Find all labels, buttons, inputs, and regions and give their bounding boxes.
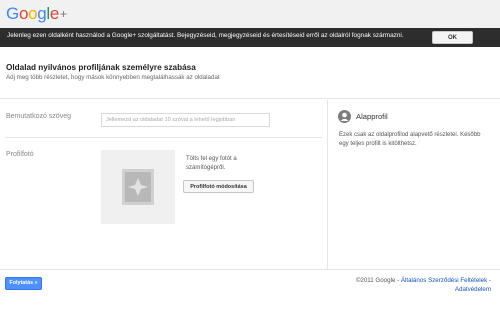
side-panel-description: Ezek csak az oldalprofilod alapvető rész…: [339, 132, 481, 147]
photo-label: Profilfotó: [6, 151, 34, 158]
identity-notice-bar: Jelenleg ezen oldalként használod a Goog…: [0, 28, 500, 47]
section-divider: [0, 98, 500, 99]
profile-photo-placeholder: [101, 150, 175, 224]
footer-separator: -: [487, 277, 491, 284]
image-placeholder-icon: [122, 169, 154, 205]
continue-button[interactable]: Folytatás »: [5, 277, 42, 290]
change-photo-button[interactable]: Profilfotó módosítása: [183, 180, 254, 193]
side-panel-title: Alapprofil: [356, 112, 388, 121]
footer-divider: [0, 269, 500, 270]
terms-link[interactable]: Általános Szerződési Feltételek: [401, 277, 487, 284]
footer-links: ©2011 Google - Általános Szerződési Felt…: [330, 276, 491, 294]
form-divider: [6, 137, 322, 138]
copyright-text: ©2011 Google -: [355, 277, 401, 284]
top-header: Google+: [0, 0, 500, 28]
intro-input[interactable]: [101, 113, 270, 127]
page-subtitle: Adj meg több részletet, hogy mások könny…: [6, 74, 220, 81]
intro-label: Bemutatkozó szöveg: [6, 113, 71, 120]
person-glyph: [340, 112, 349, 121]
notice-text: Jelenleg ezen oldalként használod a Goog…: [7, 32, 404, 39]
page-title: Oldalad nyilvános profiljának személyre …: [6, 63, 196, 72]
privacy-link[interactable]: Adatvédelem: [455, 286, 491, 293]
column-divider: [327, 100, 328, 270]
person-icon: [338, 110, 351, 123]
photo-hint: Tölts fel egy fotót a számítógépről.: [186, 156, 237, 171]
ok-button[interactable]: OK: [432, 31, 473, 44]
google-plus-logo[interactable]: Google+: [6, 4, 67, 24]
